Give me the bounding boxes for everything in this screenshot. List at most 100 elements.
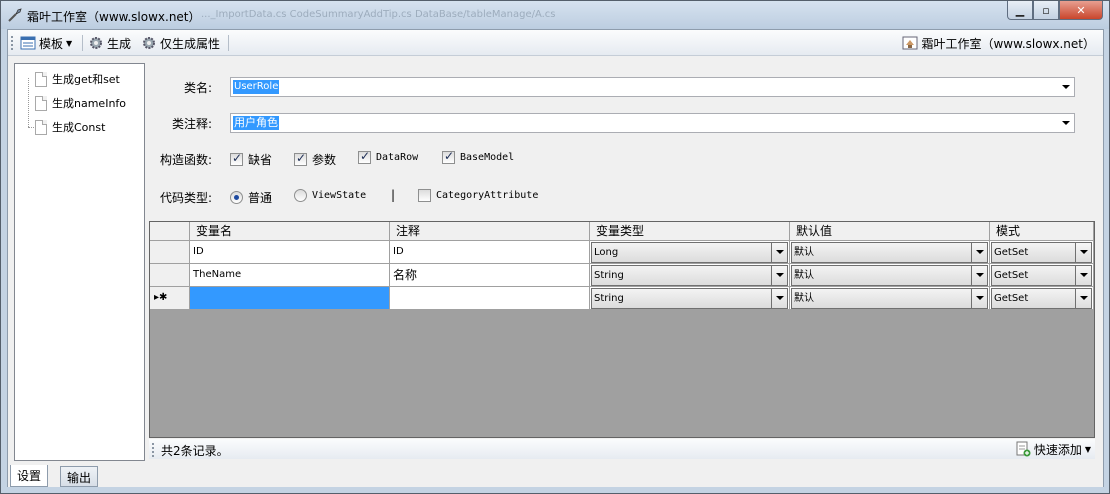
mode-value: GetSet <box>994 293 1029 304</box>
cell-mode-new[interactable]: GetSet <box>990 287 1094 310</box>
code-type-viewstate-radio[interactable]: ViewState <box>294 189 366 202</box>
new-row-header[interactable]: ▸✱ <box>150 287 190 310</box>
chevron-down-icon[interactable] <box>771 289 787 308</box>
code-type-label: 代码类型: <box>160 191 213 205</box>
close-icon: ✕ <box>1076 3 1086 17</box>
minimize-icon: ▁ <box>1015 3 1025 17</box>
checkbox-box <box>230 151 243 166</box>
tree-item-label: 生成Const <box>52 121 106 134</box>
toolbar-grip[interactable] <box>11 36 14 50</box>
app-window: 霜叶工作室（www.slowx.net） ..._ImportData.cs C… <box>0 0 1110 494</box>
cell-default[interactable]: 默认 <box>790 241 990 264</box>
chevron-down-icon[interactable] <box>771 266 787 285</box>
ctor-datarow-label: DataRow <box>376 152 419 163</box>
toolbar-separator <box>82 35 83 51</box>
tree-item-name-info[interactable]: 生成nameInfo <box>35 94 126 112</box>
cell-name-new[interactable] <box>190 287 390 310</box>
tool-icon <box>8 8 22 22</box>
ctor-basemodel-checkbox[interactable]: BaseModel <box>442 149 514 164</box>
generator-tree[interactable]: 生成get和set 生成nameInfo 生成Const <box>14 63 145 461</box>
chevron-down-icon[interactable] <box>971 266 987 285</box>
column-header-comment[interactable]: 注释 <box>390 222 590 241</box>
template-icon <box>20 36 36 50</box>
generate-button[interactable]: 生成 <box>88 34 131 52</box>
ctor-params-checkbox[interactable]: 参数 <box>294 151 336 168</box>
type-combo[interactable]: Long <box>591 242 788 263</box>
cell-mode[interactable]: GetSet <box>990 241 1094 264</box>
cell-comment[interactable]: ID <box>390 241 590 264</box>
cell-comment-new[interactable] <box>390 287 590 310</box>
checkbox-box <box>418 189 431 202</box>
mode-value: GetSet <box>994 270 1029 281</box>
mode-combo[interactable]: GetSet <box>991 265 1092 286</box>
type-combo[interactable]: String <box>591 288 788 309</box>
quick-add-label: 快速添加 <box>1033 442 1082 457</box>
mode-value: GetSet <box>994 247 1029 258</box>
home-icon <box>902 36 918 50</box>
chevron-down-icon[interactable] <box>1075 289 1091 308</box>
column-header-name[interactable]: 变量名 <box>190 222 390 241</box>
cell-default[interactable]: 默认 <box>790 264 990 287</box>
class-comment-combo[interactable]: 用户角色 <box>230 113 1075 133</box>
chevron-down-icon[interactable] <box>771 243 787 262</box>
maximize-button[interactable]: ▫ <box>1033 1 1059 20</box>
quick-add-button[interactable]: 快速添加 ▼ <box>1015 440 1091 458</box>
radio-circle <box>294 189 307 202</box>
chevron-down-icon[interactable] <box>1075 266 1091 285</box>
studio-link[interactable]: 霜叶工作室（www.slowx.net） <box>902 34 1095 52</box>
cell-name[interactable]: TheName <box>190 264 390 287</box>
checkbox-box <box>358 149 371 164</box>
chevron-down-icon: ▼ <box>1084 444 1091 454</box>
cell-type-new[interactable]: String <box>590 287 790 310</box>
mode-combo[interactable]: GetSet <box>991 242 1092 263</box>
minimize-button[interactable]: ▁ <box>1007 1 1033 20</box>
mode-combo[interactable]: GetSet <box>991 288 1092 309</box>
column-header-default[interactable]: 默认值 <box>790 222 990 241</box>
tree-item-get-set[interactable]: 生成get和set <box>35 70 120 88</box>
generate-props-label: 仅生成属性 <box>160 36 221 51</box>
ctor-default-label: 缺省 <box>248 153 273 167</box>
cell-mode[interactable]: GetSet <box>990 264 1094 287</box>
tab-output[interactable]: 输出 <box>60 466 99 487</box>
cell-name[interactable]: ID <box>190 241 390 264</box>
column-header-type[interactable]: 变量类型 <box>590 222 790 241</box>
cell-comment[interactable]: 名称 <box>390 264 590 287</box>
close-button[interactable]: ✕ <box>1059 1 1103 20</box>
cell-type[interactable]: Long <box>590 241 790 264</box>
ctor-default-checkbox[interactable]: 缺省 <box>230 151 272 168</box>
chevron-down-icon[interactable] <box>971 289 987 308</box>
chevron-down-icon <box>1062 85 1070 89</box>
template-dropdown-button[interactable]: 模板 ▼ <box>20 34 72 52</box>
generate-props-button[interactable]: 仅生成属性 <box>141 34 220 52</box>
chevron-down-icon[interactable] <box>1075 243 1091 262</box>
tab-settings[interactable]: 设置 <box>10 465 49 487</box>
checkbox-box <box>442 149 455 164</box>
column-header-mode[interactable]: 模式 <box>990 222 1094 241</box>
tree-item-const[interactable]: 生成Const <box>35 118 105 136</box>
cell-type[interactable]: String <box>590 264 790 287</box>
class-comment-value: 用户角色 <box>233 116 279 130</box>
ctor-datarow-checkbox[interactable]: DataRow <box>358 149 419 164</box>
variables-grid[interactable]: 变量名 注释 变量类型 默认值 模式 ID ID Long 默认 GetSet … <box>149 221 1095 438</box>
cell-default-new[interactable]: 默认 <box>790 287 990 310</box>
grid-corner-header <box>150 222 190 241</box>
default-combo[interactable]: 默认 <box>791 265 988 286</box>
client-area: 模板 ▼ 生成 仅生成属性 霜叶工作室（www.slowx.net） 生成get… <box>7 29 1104 487</box>
default-value: 默认 <box>794 247 814 258</box>
default-combo[interactable]: 默认 <box>791 288 988 309</box>
type-combo[interactable]: String <box>591 265 788 286</box>
default-combo[interactable]: 默认 <box>791 242 988 263</box>
option-separator: | <box>391 188 396 202</box>
category-attribute-checkbox[interactable]: CategoryAttribute <box>418 189 538 202</box>
row-header[interactable] <box>150 241 190 264</box>
radio-circle <box>230 191 243 204</box>
chevron-down-icon[interactable] <box>971 243 987 262</box>
maximize-icon: ▫ <box>1042 3 1050 17</box>
type-value: Long <box>594 247 619 258</box>
row-header[interactable] <box>150 264 190 287</box>
class-name-combo[interactable]: UserRole <box>230 77 1075 97</box>
code-type-normal-radio[interactable]: 普通 <box>230 189 272 206</box>
title-bar[interactable]: 霜叶工作室（www.slowx.net） ..._ImportData.cs C… <box>1 1 1109 29</box>
studio-label: 霜叶工作室（www.slowx.net） <box>921 36 1095 51</box>
class-name-value: UserRole <box>233 80 280 94</box>
